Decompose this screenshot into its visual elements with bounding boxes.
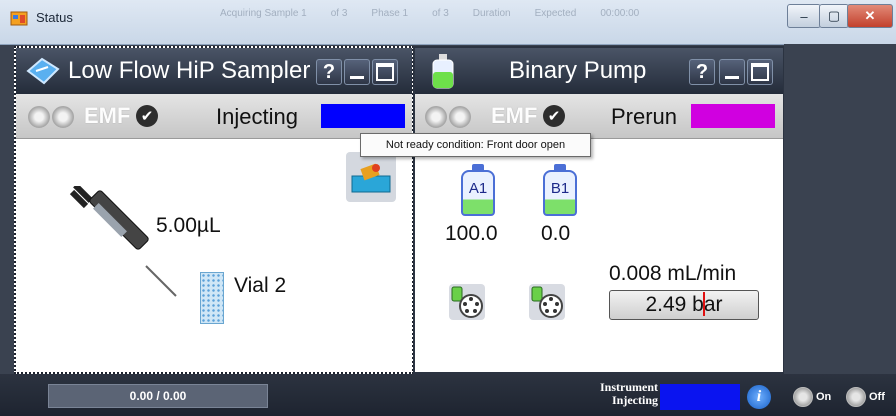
vial-label: Vial 2 [234, 274, 287, 297]
tray-button[interactable] [346, 152, 396, 202]
solvent-b-label: B1 [550, 180, 570, 197]
power-off-label: Off [869, 391, 885, 403]
flow-rate: 0.008 mL/min [609, 262, 737, 285]
minimize-icon [350, 75, 364, 79]
sampler-panel: Low Flow HiP Sampler ? EMF ✔ Injecting 5… [14, 46, 414, 374]
power-on-icon [793, 387, 813, 407]
status-indicator-dot [28, 106, 50, 128]
sampler-minimize-button[interactable] [344, 59, 370, 85]
emf-check-icon: ✔ [543, 105, 565, 127]
sampler-title: Low Flow HiP Sampler [68, 57, 311, 84]
power-off-button[interactable]: Off [846, 387, 885, 407]
solvent-a-value: 100.0 [445, 222, 498, 245]
power-on-label: On [816, 391, 832, 403]
emf-check-icon: ✔ [136, 105, 158, 127]
window-title: Status [36, 10, 73, 25]
faded-info-text: Phase 1 [371, 8, 409, 19]
minimize-window-button[interactable]: – [787, 4, 821, 28]
not-ready-tooltip: Not ready condition: Front door open [360, 133, 591, 157]
minimize-icon [725, 75, 739, 79]
sampler-state-color [321, 104, 405, 128]
status-indicator-dot [425, 106, 447, 128]
sampler-icon [26, 57, 60, 85]
pump-panel: Binary Pump ? EMF ✔ Prerun A1 B1 100.0 0… [413, 46, 785, 374]
sampler-emf-label: EMF [84, 103, 131, 128]
faded-run-info: Acquiring Sample 1 of 3 Phase 1 of 3 Dur… [220, 8, 639, 19]
info-icon[interactable]: i [747, 385, 771, 409]
maximize-icon [751, 63, 769, 81]
solvent-a-bottle[interactable]: A1 [461, 164, 495, 216]
bottle-cap [472, 164, 484, 172]
tray-icon [351, 163, 391, 193]
run-progress: 0.00 / 0.00 [48, 384, 268, 408]
status-indicator-dot [449, 106, 471, 128]
maximize-window-button[interactable]: ▢ [819, 4, 849, 28]
pump-header: Binary Pump ? [415, 48, 783, 94]
vial-rack-icon [200, 272, 224, 324]
status-indicator-dot [52, 106, 74, 128]
pressure-limit-marker [703, 292, 705, 316]
window-title-bar [0, 0, 896, 45]
sampler-status-bar: EMF ✔ Injecting [16, 94, 412, 139]
sampler-help-button[interactable]: ? [316, 59, 342, 85]
faded-info-text: of 3 [330, 8, 348, 19]
pump-emf-label: EMF [491, 103, 538, 128]
app-icon [10, 11, 28, 26]
maximize-icon [376, 63, 394, 81]
sampler-state: Injecting [216, 104, 298, 129]
syringe-volume: 5.00µL [156, 214, 221, 237]
syringe-icon [69, 186, 177, 297]
pump-minimize-button[interactable] [719, 59, 745, 85]
valve-button[interactable] [529, 284, 565, 320]
faded-info-text: 00:00:00 [600, 8, 640, 19]
valve-button[interactable] [449, 284, 485, 320]
bottle-icon [432, 54, 454, 89]
faded-info-text: Acquiring Sample 1 [220, 8, 307, 19]
sampler-maximize-button[interactable] [372, 59, 398, 85]
faded-info-text: Expected [534, 8, 577, 19]
pressure-display: 2.49 bar [609, 290, 759, 320]
solvent-b-value: 0.0 [541, 222, 571, 245]
faded-info-text: Duration [472, 8, 511, 19]
power-on-button[interactable]: On [793, 387, 831, 407]
pump-maximize-button[interactable] [747, 59, 773, 85]
valve-icon [531, 286, 563, 318]
solvent-a-label: A1 [468, 180, 488, 197]
valve-icon [451, 286, 483, 318]
pump-state-color [691, 104, 775, 128]
faded-info-text: of 3 [432, 8, 449, 19]
instrument-label-line: Injecting [612, 393, 658, 407]
pump-title: Binary Pump [509, 57, 647, 84]
solvent-b-bottle[interactable]: B1 [543, 164, 577, 216]
sampler-header: Low Flow HiP Sampler ? [16, 48, 412, 94]
close-window-button[interactable]: ✕ [847, 4, 893, 28]
empty-area [784, 44, 896, 374]
instrument-status-color [660, 384, 740, 410]
power-off-icon [846, 387, 866, 407]
bottle-cap [554, 164, 566, 172]
instrument-status-label: Instrument Injecting [580, 381, 658, 407]
pump-help-button[interactable]: ? [689, 59, 715, 85]
pump-state: Prerun [611, 104, 678, 129]
